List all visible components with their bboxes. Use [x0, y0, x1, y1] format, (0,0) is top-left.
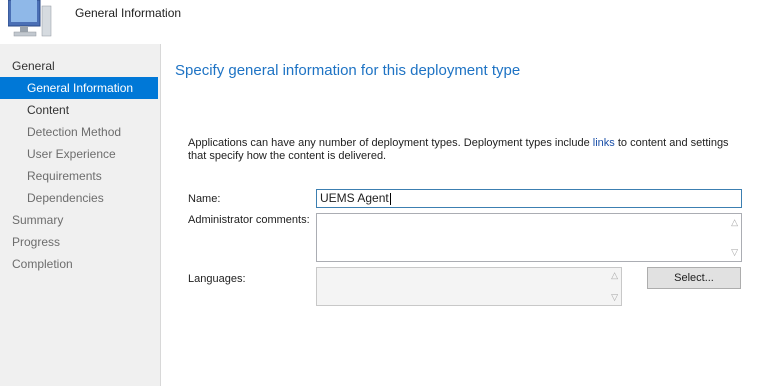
sidebar-item-requirements[interactable]: Requirements — [0, 165, 160, 187]
sidebar-item-user-experience[interactable]: User Experience — [0, 143, 160, 165]
sidebar-item-completion[interactable]: Completion — [0, 253, 160, 275]
sidebar-item-content[interactable]: Content — [0, 99, 160, 121]
languages-list[interactable]: △ ▽ — [316, 267, 622, 306]
sidebar-item-progress[interactable]: Progress — [0, 231, 160, 253]
administrator-comments-field[interactable]: △ ▽ — [316, 213, 742, 262]
scroll-up-icon[interactable]: △ — [611, 270, 618, 281]
wizard-sidebar: General General Information Content Dete… — [0, 44, 161, 386]
name-label: Name: — [188, 193, 221, 205]
scroll-up-icon[interactable]: △ — [731, 217, 738, 228]
sidebar-item-general-information[interactable]: General Information — [0, 77, 158, 99]
languages-label: Languages: — [188, 273, 246, 285]
description-text: Applications can have any number of depl… — [188, 137, 729, 162]
computer-icon — [8, 0, 52, 37]
select-languages-button[interactable]: Select... — [647, 267, 741, 289]
links-link[interactable]: links — [593, 137, 615, 149]
name-input[interactable]: UEMS Agent — [316, 189, 742, 208]
header-title: General Information — [75, 6, 182, 20]
sidebar-item-detection-method[interactable]: Detection Method — [0, 121, 160, 143]
sidebar-item-general[interactable]: General — [0, 55, 160, 77]
wizard-header: General Information — [0, 0, 784, 44]
administrator-comments-label: Administrator comments: — [188, 214, 310, 226]
sidebar-item-summary[interactable]: Summary — [0, 209, 160, 231]
scroll-down-icon[interactable]: ▽ — [611, 292, 618, 303]
main-panel: Specify general information for this dep… — [161, 44, 784, 386]
page-title: Specify general information for this dep… — [175, 62, 521, 79]
sidebar-item-dependencies[interactable]: Dependencies — [0, 187, 160, 209]
text-caret — [389, 192, 391, 205]
scroll-down-icon[interactable]: ▽ — [731, 247, 738, 258]
